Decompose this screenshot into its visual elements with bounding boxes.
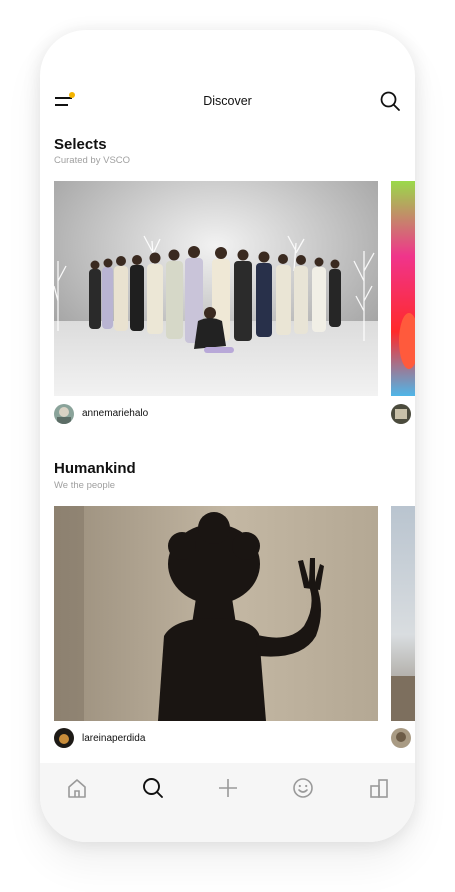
search-icon[interactable] [379,90,401,112]
home-icon[interactable] [64,775,90,801]
section-title-selects: Selects [54,136,107,153]
avatar-next[interactable] [391,728,411,748]
photo-colorful-next[interactable] [391,181,415,396]
phone-screen: Discover Selects Curated by VSCO annemar… [40,30,415,842]
avatar-next[interactable] [391,404,411,424]
section-subtitle-selects: Curated by VSCO [54,155,131,166]
section-subtitle-humankind: We the people [54,480,116,491]
section-title-humankind: Humankind [54,460,136,477]
photo-landscape-next[interactable] [391,506,415,721]
username-link[interactable]: lareinaperdida [82,733,145,744]
avatar[interactable] [54,728,74,748]
photo-group-portrait[interactable] [54,181,378,396]
top-bar: Discover [40,90,415,114]
photo-silhouette[interactable] [54,506,378,721]
search-icon[interactable] [140,775,166,801]
username-link[interactable]: annemariehalo [82,408,148,419]
bottom-tab-bar [40,763,415,842]
smiley-icon[interactable] [290,775,316,801]
add-icon[interactable] [215,775,241,801]
avatar[interactable] [54,404,74,424]
studio-icon[interactable] [366,775,392,801]
page-title: Discover [203,94,252,108]
